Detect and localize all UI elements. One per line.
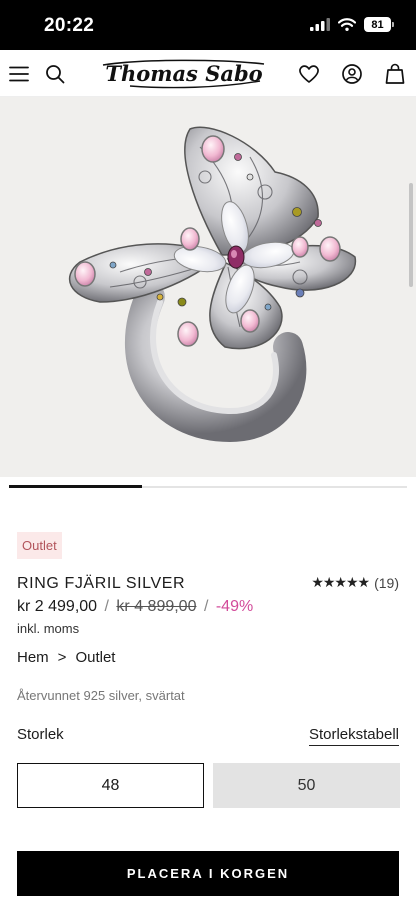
butterfly-ring-image <box>68 126 357 443</box>
status-icons: 81 <box>310 17 394 32</box>
wifi-icon <box>338 18 356 31</box>
status-time: 20:22 <box>44 15 95 36</box>
breadcrumb-separator: > <box>57 649 67 666</box>
add-to-cart-button[interactable]: PLACERA I KORGEN <box>17 851 399 896</box>
breadcrumb-category[interactable]: Outlet <box>75 649 115 666</box>
price-original: kr 4 899,00 <box>116 598 197 615</box>
rating-stars: ★★★★★ <box>311 575 370 591</box>
product-title: RING FJÄRIL SILVER <box>17 575 186 592</box>
menu-icon[interactable] <box>7 62 31 86</box>
battery-level: 81 <box>364 17 391 32</box>
size-option-50[interactable]: 50 <box>213 763 400 808</box>
size-label: Storlek <box>17 726 64 743</box>
size-option-48[interactable]: 48 <box>17 763 204 808</box>
price-row: kr 2 499,00 / kr 4 899,00 / -49% <box>17 598 253 616</box>
vat-note: inkl. moms <box>17 621 80 636</box>
bag-icon[interactable] <box>383 62 407 86</box>
size-chart-link[interactable]: Storlekstabell <box>308 726 399 746</box>
material-description: Återvunnet 925 silver, svärtat <box>17 688 185 703</box>
site-header: Thomas Sabo <box>0 50 416 97</box>
account-icon[interactable] <box>340 62 364 86</box>
product-image[interactable] <box>0 97 416 477</box>
breadcrumb-home[interactable]: Hem <box>17 649 49 666</box>
gallery-progress-active <box>9 485 142 488</box>
svg-text:Thomas Sabo: Thomas Sabo <box>105 61 262 86</box>
heart-icon[interactable] <box>297 62 321 86</box>
brand-logo[interactable]: Thomas Sabo <box>100 56 268 90</box>
outlet-badge: Outlet <box>17 532 62 559</box>
discount-percent: -49% <box>215 598 254 615</box>
product-rating[interactable]: ★★★★★ (19) <box>311 575 399 591</box>
search-icon[interactable] <box>43 62 67 86</box>
battery-icon: 81 <box>364 17 394 32</box>
price-separator: / <box>104 598 109 615</box>
price-current: kr 2 499,00 <box>17 598 98 615</box>
status-bar: 20:22 81 <box>0 0 416 50</box>
signal-icon <box>310 18 330 31</box>
page-scrollbar[interactable] <box>409 183 413 287</box>
breadcrumb: Hem > Outlet <box>17 649 115 666</box>
rating-count: (19) <box>374 575 399 591</box>
price-separator-2: / <box>203 598 209 615</box>
